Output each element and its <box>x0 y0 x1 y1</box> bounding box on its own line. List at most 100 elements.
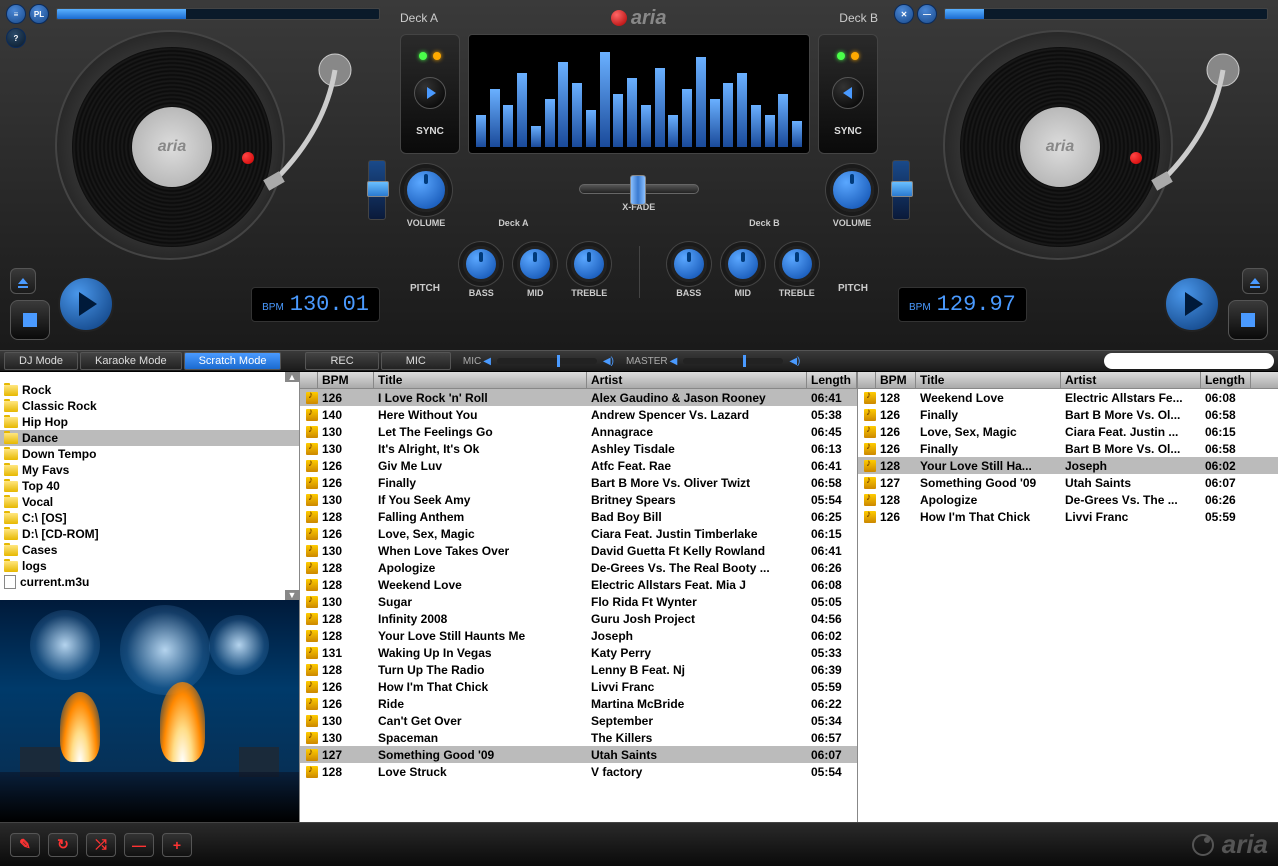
karaoke-mode-tab[interactable]: Karaoke Mode <box>80 352 182 370</box>
cue-marker-b <box>1130 152 1142 164</box>
folder-item[interactable]: C:\ [OS] <box>0 510 299 526</box>
mic-button[interactable]: MIC <box>381 352 451 370</box>
tracklist-main: BPM Title Artist Length 126I Love Rock '… <box>300 372 858 822</box>
folder-item[interactable]: logs <box>0 558 299 574</box>
deck-a-topbar: ≡ PL <box>6 4 384 24</box>
deck-b-progress[interactable] <box>944 8 1268 20</box>
bass-b-knob[interactable] <box>671 246 707 282</box>
deck-a-pitch-slider[interactable] <box>368 160 386 220</box>
folder-item[interactable]: My Favs <box>0 462 299 478</box>
volume-b-knob[interactable] <box>830 168 874 212</box>
track-row[interactable]: 130SugarFlo Rida Ft Wynter05:05 <box>300 593 857 610</box>
music-note-icon <box>306 664 318 676</box>
track-row[interactable]: 130SpacemanThe Killers06:57 <box>300 729 857 746</box>
track-row[interactable]: 128ApologizeDe-Grees Vs. The Real Booty … <box>300 559 857 576</box>
folder-item[interactable]: Top 40 <box>0 478 299 494</box>
mic-volume-slider[interactable] <box>497 358 597 364</box>
track-row[interactable]: 130Can't Get OverSeptember05:34 <box>300 712 857 729</box>
track-row[interactable]: 131Waking Up In VegasKaty Perry05:33 <box>300 644 857 661</box>
track-row[interactable]: 128Falling AnthemBad Boy Bill06:25 <box>300 508 857 525</box>
remove-button[interactable]: — <box>124 833 154 857</box>
tracklist-header: BPM Title Artist Length <box>300 372 857 389</box>
rec-button[interactable]: REC <box>305 352 378 370</box>
playlist-button[interactable]: PL <box>29 4 49 24</box>
status-led-amber-icon <box>433 52 441 60</box>
scratch-mode-tab[interactable]: Scratch Mode <box>184 352 282 370</box>
minimize-button[interactable]: — <box>917 4 937 24</box>
folder-item[interactable]: Hip Hop <box>0 414 299 430</box>
turntable-b[interactable]: aria <box>943 30 1223 270</box>
deck-a-stop-button[interactable] <box>10 300 50 340</box>
master-volume-slider[interactable] <box>683 358 783 364</box>
track-row[interactable]: 130If You Seek AmyBritney Spears05:54 <box>300 491 857 508</box>
deck-a-progress[interactable] <box>56 8 380 20</box>
track-row[interactable]: 130When Love Takes OverDavid Guetta Ft K… <box>300 542 857 559</box>
mid-b-knob[interactable] <box>725 246 761 282</box>
bass-a-knob[interactable] <box>463 246 499 282</box>
track-row[interactable]: 127Something Good '09Utah Saints06:07 <box>858 474 1278 491</box>
deck-b-play-button[interactable] <box>1164 276 1220 332</box>
deck-b-stop-button[interactable] <box>1228 300 1268 340</box>
crossfader[interactable] <box>579 184 699 194</box>
folder-item[interactable]: Dance <box>0 430 299 446</box>
track-row[interactable]: 126How I'm That ChickLivvi Franc05:59 <box>300 678 857 695</box>
scroll-up-button[interactable]: ▲ <box>285 372 299 382</box>
deck-a-eject-button[interactable] <box>10 268 36 294</box>
folder-item[interactable]: D:\ [CD-ROM] <box>0 526 299 542</box>
track-row[interactable]: 126Giv Me LuvAtfc Feat. Rae06:41 <box>300 457 857 474</box>
track-row[interactable]: 130It's Alright, It's OkAshley Tisdale06… <box>300 440 857 457</box>
track-row[interactable]: 128Love StruckV factory05:54 <box>300 763 857 780</box>
music-note-icon <box>306 460 318 472</box>
deck-b-eject-button[interactable] <box>1242 268 1268 294</box>
mid-a-knob[interactable] <box>517 246 553 282</box>
dj-mode-tab[interactable]: DJ Mode <box>4 352 78 370</box>
folder-item[interactable]: current.m3u <box>0 574 299 590</box>
track-row[interactable]: 126RideMartina McBride06:22 <box>300 695 857 712</box>
menu-button[interactable]: ≡ <box>6 4 26 24</box>
track-row[interactable]: 126Love, Sex, MagicCiara Feat. Justin ..… <box>858 423 1278 440</box>
add-button[interactable]: + <box>162 833 192 857</box>
shuffle-button[interactable]: ⤮ <box>86 833 116 857</box>
volume-a-knob[interactable] <box>404 168 448 212</box>
deck-a-play-button[interactable] <box>58 276 114 332</box>
track-row[interactable]: 128Weekend LoveElectric Allstars Fe...06… <box>858 389 1278 406</box>
scroll-down-button[interactable]: ▼ <box>285 590 299 600</box>
track-row[interactable]: 126Love, Sex, MagicCiara Feat. Justin Ti… <box>300 525 857 542</box>
treble-b-knob[interactable] <box>779 246 815 282</box>
track-row[interactable]: 140Here Without YouAndrew Spencer Vs. La… <box>300 406 857 423</box>
edit-button[interactable]: ✎ <box>10 833 40 857</box>
track-row[interactable]: 128Your Love Still Ha...Joseph06:02 <box>858 457 1278 474</box>
music-note-icon <box>864 477 876 489</box>
turntable-a[interactable]: aria <box>55 30 335 270</box>
track-row[interactable]: 128Turn Up The RadioLenny B Feat. Nj06:3… <box>300 661 857 678</box>
folder-item[interactable]: Rock <box>0 382 299 398</box>
track-row[interactable]: 130Let The Feelings GoAnnagrace06:45 <box>300 423 857 440</box>
track-row[interactable]: 128Your Love Still Haunts MeJoseph06:02 <box>300 627 857 644</box>
track-row[interactable]: 126FinallyBart B More Vs. Ol...06:58 <box>858 440 1278 457</box>
search-input[interactable] <box>1104 353 1274 369</box>
eq-group-a: BASS MID TREBLE <box>463 246 607 298</box>
track-row[interactable]: 128Weekend LoveElectric Allstars Feat. M… <box>300 576 857 593</box>
close-button[interactable]: ✕ <box>894 4 914 24</box>
folder-item[interactable]: Vocal <box>0 494 299 510</box>
folder-item[interactable]: Classic Rock <box>0 398 299 414</box>
folder-item[interactable]: Cases <box>0 542 299 558</box>
track-row[interactable]: 126How I'm That ChickLivvi Franc05:59 <box>858 508 1278 525</box>
track-row[interactable]: 126FinallyBart B More Vs. Ol...06:58 <box>858 406 1278 423</box>
sync-a-play-button[interactable] <box>414 77 446 109</box>
vinyl-label-a: aria <box>158 138 186 156</box>
track-row[interactable]: 126FinallyBart B More Vs. Oliver Twizt06… <box>300 474 857 491</box>
track-row[interactable]: 128ApologizeDe-Grees Vs. The ...06:26 <box>858 491 1278 508</box>
help-button[interactable]: ? <box>6 28 26 48</box>
track-row[interactable]: 128Infinity 2008Guru Josh Project04:56 <box>300 610 857 627</box>
speaker-left-icon: ◀ <box>670 356 678 367</box>
treble-a-knob[interactable] <box>571 246 607 282</box>
folder-item[interactable]: Down Tempo <box>0 446 299 462</box>
track-row[interactable]: 127Something Good '09Utah Saints06:07 <box>300 746 857 763</box>
video-preview[interactable] <box>0 600 299 822</box>
loop-button[interactable]: ↻ <box>48 833 78 857</box>
music-note-icon <box>306 528 318 540</box>
track-row[interactable]: 126I Love Rock 'n' RollAlex Gaudino & Ja… <box>300 389 857 406</box>
deck-b-pitch-slider[interactable] <box>892 160 910 220</box>
sync-b-play-button[interactable] <box>832 77 864 109</box>
